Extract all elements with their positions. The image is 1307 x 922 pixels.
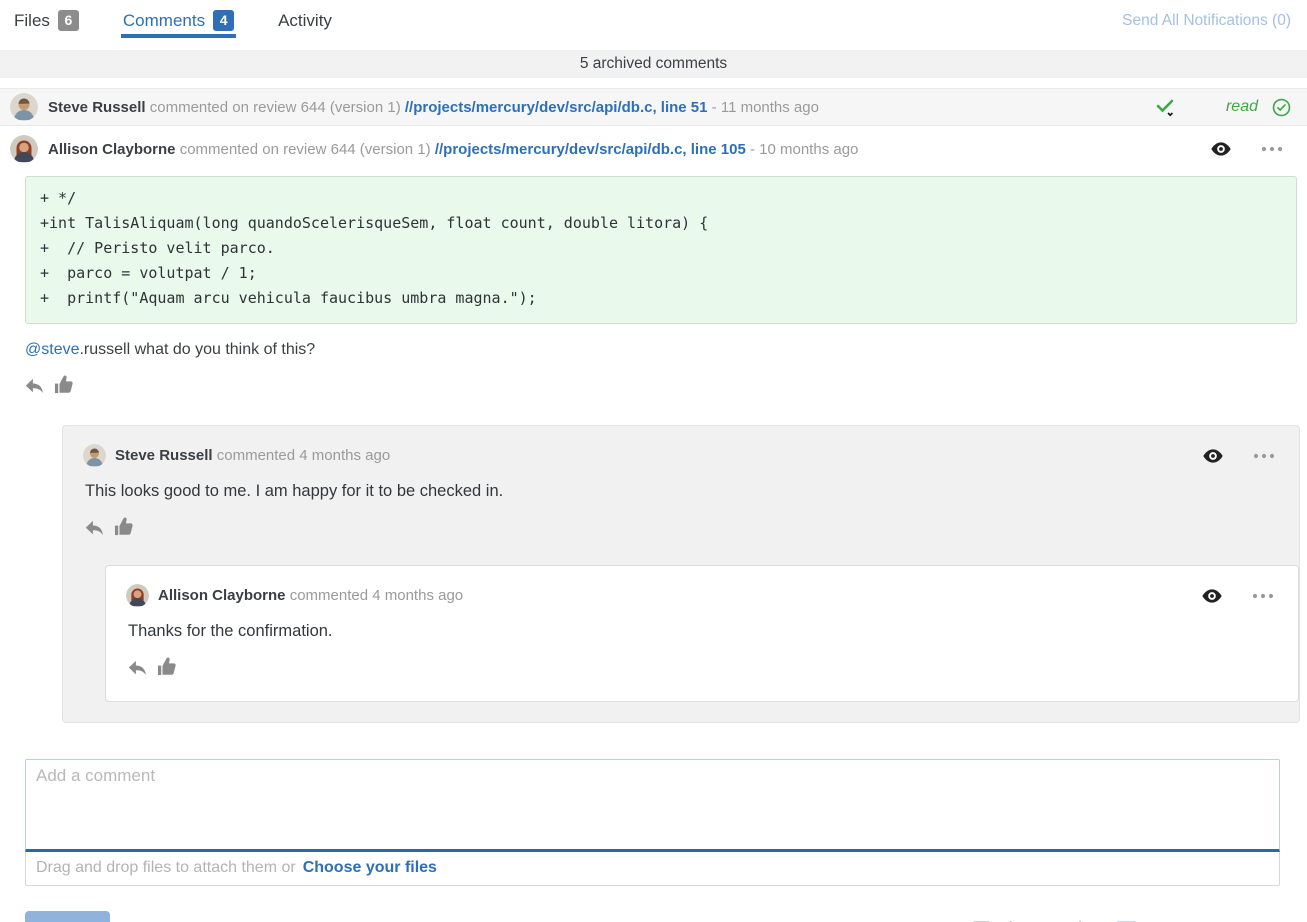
circled-check-icon[interactable] [1272, 98, 1291, 117]
comment-time: - 10 months ago [750, 141, 858, 158]
comment-author: Steve Russell [48, 99, 146, 116]
comment-actions [25, 375, 1282, 399]
reply-meta: commented 4 months ago [290, 587, 463, 604]
avatar [10, 93, 38, 121]
post-button[interactable]: Post [25, 911, 110, 922]
comment-time: - 11 months ago [712, 99, 819, 116]
code-diff-block: + */ +int TalisAliquam(long quandoSceler… [25, 176, 1297, 324]
thumbs-up-icon[interactable] [54, 375, 74, 399]
comment-action: commented on review 644 (version 1) [180, 141, 431, 158]
read-status-label: read [1226, 98, 1258, 116]
comment-thread-header[interactable]: Allison Clayborne commented on review 64… [0, 126, 1307, 172]
choose-files-link[interactable]: Choose your files [303, 859, 437, 877]
reply-author: Allison Clayborne [158, 587, 286, 604]
code-diff-text: + */ +int TalisAliquam(long quandoSceler… [40, 186, 1282, 311]
avatar [10, 135, 38, 163]
comment-composer: Drag and drop files to attach them or Ch… [25, 759, 1280, 886]
tab-files-badge: 6 [58, 10, 79, 31]
tab-comments-badge: 4 [213, 10, 234, 31]
comment-author: Allison Clayborne [48, 141, 176, 158]
user-mention-link[interactable]: @steve [25, 341, 79, 358]
reply-header: Allison Clayborne commented 4 months ago [126, 584, 1298, 607]
tab-activity[interactable]: Activity [278, 11, 332, 31]
eye-icon[interactable] [1203, 449, 1223, 463]
composer-footer: Post Flag as Task Post and notify (0) [25, 911, 1280, 922]
comment-action: commented on review 644 (version 1) [150, 99, 401, 116]
reply-meta: commented 4 months ago [217, 447, 390, 464]
reply-arrow-icon[interactable] [85, 520, 104, 541]
mark-read-dropdown[interactable] [1154, 96, 1176, 118]
tab-files[interactable]: Files 6 [14, 10, 79, 31]
avatar [83, 444, 106, 467]
thumbs-up-icon[interactable] [114, 517, 134, 541]
ellipsis-icon[interactable] [1252, 593, 1274, 599]
tab-files-label: Files [14, 11, 50, 31]
reply-thread: Steve Russell commented 4 months ago Thi… [62, 425, 1300, 723]
comment-input-region [25, 759, 1280, 852]
comment-body: @steve.russell what do you think of this… [25, 341, 1282, 359]
thumbs-up-icon[interactable] [157, 657, 177, 681]
file-line-link[interactable]: //projects/mercury/dev/src/api/db.c, lin… [405, 99, 708, 116]
reply-arrow-icon[interactable] [25, 378, 44, 399]
reply-body: Thanks for the confirmation. [128, 622, 1298, 641]
tab-comments-label: Comments [123, 11, 205, 31]
eye-icon[interactable] [1211, 142, 1231, 156]
send-all-notifications-link[interactable]: Send All Notifications (0) [1122, 12, 1291, 30]
comment-thread-header-read[interactable]: Steve Russell commented on review 644 (v… [0, 88, 1307, 126]
archived-comments-banner[interactable]: 5 archived comments [0, 50, 1307, 78]
ellipsis-icon[interactable] [1261, 146, 1283, 152]
reply-arrow-icon[interactable] [128, 660, 147, 681]
nested-reply-card: Allison Clayborne commented 4 months ago… [105, 565, 1299, 702]
reply-header: Steve Russell commented 4 months ago [83, 444, 1299, 467]
eye-icon[interactable] [1202, 589, 1222, 603]
comment-input[interactable] [26, 760, 1279, 849]
avatar [126, 584, 149, 607]
reply-actions [128, 657, 1273, 681]
file-line-link[interactable]: //projects/mercury/dev/src/api/db.c, lin… [435, 141, 746, 158]
tab-comments[interactable]: Comments 4 [123, 10, 234, 31]
attachment-row: Drag and drop files to attach them or Ch… [26, 852, 1279, 885]
ellipsis-icon[interactable] [1253, 453, 1275, 459]
reply-actions [85, 517, 1274, 541]
tab-activity-label: Activity [278, 11, 332, 31]
comment-body-text: .russell what do you think of this? [79, 341, 315, 358]
drag-drop-hint: Drag and drop files to attach them or [36, 859, 296, 877]
reply-author: Steve Russell [115, 447, 213, 464]
reply-body: This looks good to me. I am happy for it… [85, 482, 1299, 501]
tab-bar: Files 6 Comments 4 Activity Send All Not… [0, 0, 1307, 34]
